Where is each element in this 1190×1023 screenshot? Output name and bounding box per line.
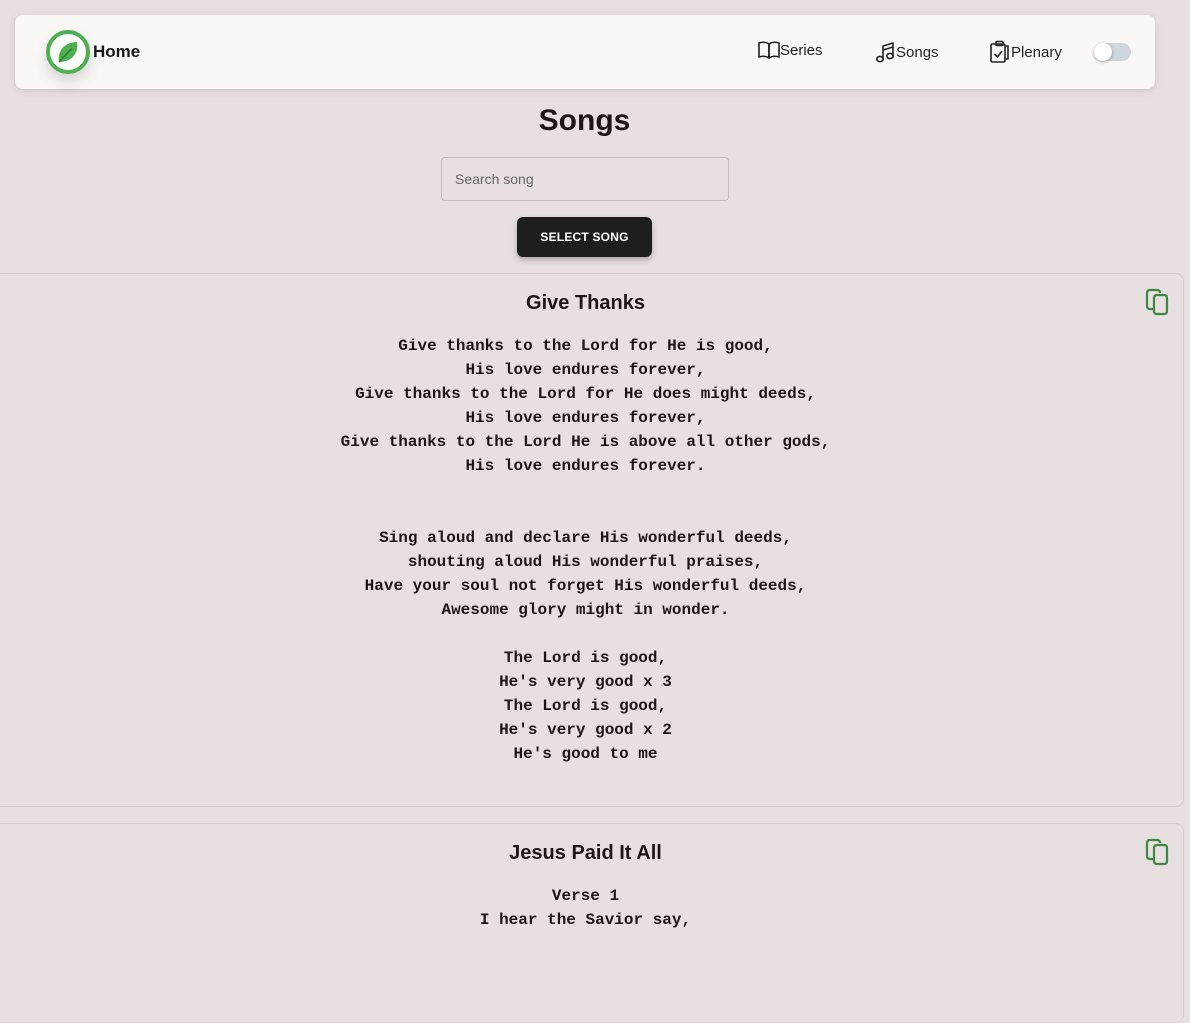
music-note-icon [874, 40, 896, 64]
select-song-button[interactable]: SELECT SONG [517, 217, 652, 257]
navbar: Home Series Songs Plenary [15, 15, 1155, 89]
leaf-icon [46, 30, 90, 74]
copy-icon[interactable] [1143, 287, 1171, 317]
nav-songs-label: Songs [896, 43, 939, 61]
theme-toggle[interactable] [1094, 43, 1131, 61]
copy-icon[interactable] [1143, 837, 1171, 867]
search-input[interactable] [441, 157, 729, 201]
nav-plenary-label: Plenary [1011, 43, 1062, 61]
song-lyrics: Verse 1 I hear the Savior say, [479, 887, 692, 929]
song-title: Jesus Paid It All [509, 842, 662, 864]
book-open-icon [758, 40, 780, 60]
nav-songs[interactable]: Songs [874, 40, 939, 64]
nav-series-label: Series [780, 41, 823, 59]
clipboard-check-icon [989, 40, 1011, 64]
song-title: Give Thanks [526, 292, 645, 314]
nav-plenary[interactable]: Plenary [989, 40, 1062, 64]
song-card: Jesus Paid It All Verse 1 I hear the Sav… [0, 823, 1184, 1023]
nav-series[interactable]: Series [758, 40, 823, 60]
toggle-knob [1094, 43, 1112, 61]
home-label: Home [93, 42, 141, 61]
song-card: Give Thanks Give thanks to the Lord for … [0, 273, 1184, 807]
page-title: Songs [538, 104, 631, 137]
song-lyrics: Give thanks to the Lord for He is good, … [340, 337, 831, 763]
home-link[interactable]: Home [46, 30, 140, 74]
